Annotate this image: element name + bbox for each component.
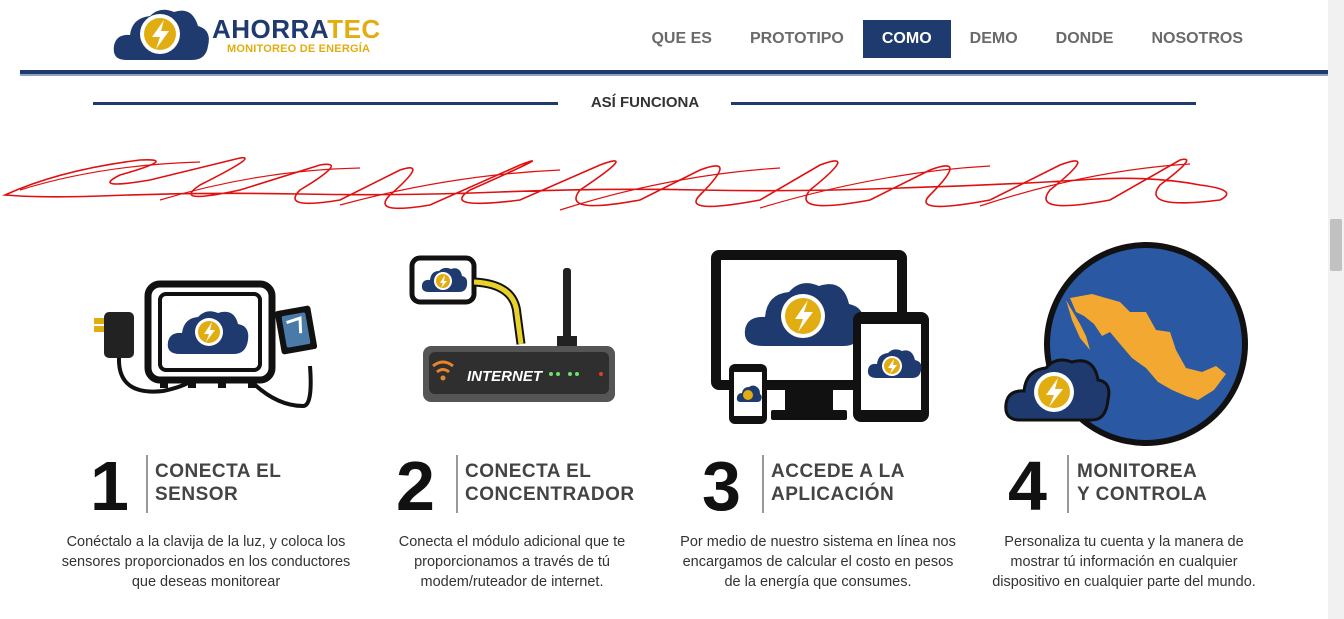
router-icon: INTERNET (409, 255, 615, 402)
step-4-number: 4 (1008, 447, 1047, 525)
nav-item-nosotros[interactable]: NOSOTROS (1132, 20, 1262, 58)
step-2-description: Conecta el módulo adicional que te propo… (398, 534, 626, 590)
nav-item-demo[interactable]: DEMO (951, 20, 1037, 58)
brand-subtitle: MONITOREO DE ENERGÍA (227, 43, 371, 55)
page-scrollbar[interactable] (1328, 0, 1344, 619)
step-1-divider (146, 455, 148, 513)
brand-name: AHORRATEC (212, 14, 381, 44)
header-divider-shadow (20, 74, 1328, 76)
red-scribble-annotation (1, 156, 1228, 211)
cloud-bolt-logo-icon (113, 9, 209, 60)
step-2-title: CONECTA EL CONCENTRADOR (465, 460, 635, 506)
step-1-description: Conéctalo a la clavija de la luz, y colo… (61, 534, 351, 590)
step-3-divider (762, 455, 764, 513)
step-2-divider (456, 455, 458, 513)
step-4-divider (1067, 455, 1069, 513)
nav-item-donde[interactable]: DONDE (1037, 20, 1133, 58)
step-3-title-line2: APLICACIÓN (771, 484, 895, 505)
sensor-device-icon (94, 280, 318, 409)
step-3-description: Por medio de nuestro sistema en línea no… (680, 534, 956, 590)
step-2-title-line2: CONCENTRADOR (465, 484, 635, 505)
step-4-title-line2: Y CONTROLA (1077, 484, 1208, 505)
scrollbar-thumb[interactable] (1330, 219, 1342, 271)
step-3-number: 3 (702, 447, 741, 525)
step-1-title: CONECTA EL SENSOR (155, 460, 281, 506)
step-1-number: 1 (90, 447, 129, 525)
step-3-title-line1: ACCEDE A LA (771, 461, 905, 482)
section-line-left (93, 102, 558, 105)
step-4-title: MONITOREA Y CONTROLA (1077, 460, 1207, 506)
step-2-title-line1: CONECTA EL (465, 461, 592, 482)
nav-item-prototipo[interactable]: PROTOTIPO (731, 20, 863, 58)
section-title: ASÍ FUNCIONA (590, 94, 700, 111)
step-4-description: Personaliza tu cuenta y la manera de mos… (992, 534, 1256, 590)
step-1-title-line1: CONECTA EL (155, 461, 282, 482)
nav-item-que-es[interactable]: QUE ES (632, 20, 730, 58)
step-2-number: 2 (396, 447, 435, 525)
step-1-title-line2: SENSOR (155, 484, 239, 505)
mexico-map-icon (1004, 242, 1248, 446)
devices-icon (711, 250, 929, 424)
main-nav: QUE ES PROTOTIPO COMO DEMO DONDE NOSOTRO… (632, 20, 1262, 58)
nav-item-como[interactable]: COMO (862, 20, 951, 58)
router-label: INTERNET (467, 368, 544, 385)
step-3-title: ACCEDE A LA APLICACIÓN (771, 460, 905, 506)
brand-logo[interactable]: AHORRATEC MONITOREO DE ENERGÍA (112, 4, 382, 62)
step-4-title-line1: MONITOREA (1077, 461, 1198, 482)
section-line-right (731, 102, 1196, 105)
